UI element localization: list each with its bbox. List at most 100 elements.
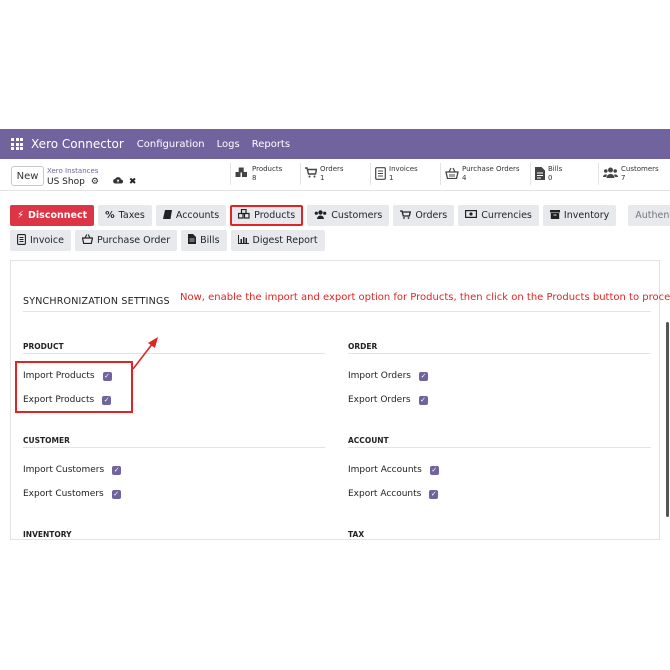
export-accounts-label: Export Accounts <box>348 489 422 499</box>
app-brand[interactable]: Xero Connector <box>31 137 124 151</box>
apps-grid-icon[interactable] <box>11 138 23 150</box>
taxes-label: Taxes <box>118 210 145 221</box>
export-customers-label: Export Customers <box>23 489 104 499</box>
export-orders-label: Export Orders <box>348 395 411 405</box>
export-accounts-option[interactable]: Export Accounts ✓ <box>348 489 439 499</box>
group-title-account: ACCOUNT <box>348 436 389 445</box>
instruction-note: Now, enable the import and export option… <box>180 292 670 303</box>
archive-icon <box>549 209 560 222</box>
section-divider <box>23 311 651 312</box>
group-title-inventory: INVENTORY <box>23 530 72 539</box>
stat-label: Customers <box>621 165 659 173</box>
gear-icon[interactable]: ⚙ <box>91 177 99 187</box>
cubes-icon <box>238 208 250 222</box>
users-icon <box>603 167 618 181</box>
menu-reports[interactable]: Reports <box>252 139 290 150</box>
customers-button[interactable]: Customers <box>307 205 390 226</box>
accounts-button[interactable]: Accounts <box>155 205 227 226</box>
control-panel: New Xero Instances US Shop ⚙ ✖ Products 8… <box>0 159 670 191</box>
stat-purchase-orders[interactable]: Purchase Orders 4 <box>440 163 528 185</box>
purchase-order-button[interactable]: Purchase Order <box>74 230 178 251</box>
stat-value: 1 <box>320 174 325 182</box>
top-navbar: Xero Connector Configuration Logs Report… <box>0 129 670 159</box>
basket-icon <box>81 234 94 247</box>
group-divider <box>23 353 325 354</box>
export-orders-checkbox[interactable]: ✓ <box>418 395 428 405</box>
authenticated-button[interactable]: Authenticated <box>628 205 670 226</box>
action-buttons-row2: Invoice Purchase Order Bills Digest Repo… <box>10 230 325 251</box>
customers-label: Customers <box>331 210 383 221</box>
import-orders-option[interactable]: Import Orders ✓ <box>348 371 428 381</box>
book-icon <box>162 209 172 222</box>
stat-value: 7 <box>621 174 626 182</box>
accounts-label: Accounts <box>175 210 220 221</box>
annotation-arrow-icon <box>132 337 158 370</box>
stat-customers[interactable]: Customers 7 <box>598 163 670 185</box>
app-window: Xero Connector Configuration Logs Report… <box>0 129 670 540</box>
scrollbar[interactable] <box>666 322 669 517</box>
cart-icon <box>305 167 318 181</box>
file-icon <box>535 167 545 183</box>
file-icon <box>188 234 197 247</box>
group-divider <box>348 447 651 448</box>
stat-invoices[interactable]: Invoices 1 <box>370 163 440 185</box>
digest-report-button[interactable]: Digest Report <box>230 230 325 251</box>
bills-label: Bills <box>200 235 220 246</box>
bar-chart-icon <box>237 234 249 247</box>
digest-report-label: Digest Report <box>252 235 318 246</box>
disconnect-button[interactable]: ⚡ Disconnect <box>10 205 95 226</box>
import-accounts-checkbox[interactable]: ✓ <box>429 465 439 475</box>
group-divider <box>23 447 325 448</box>
percent-icon: % <box>105 210 115 221</box>
breadcrumb-current: US Shop <box>47 176 85 187</box>
group-title-tax: TAX <box>348 530 365 539</box>
products-button[interactable]: Products <box>230 205 304 226</box>
stat-orders[interactable]: Orders 1 <box>300 163 370 185</box>
orders-label: Orders <box>415 210 448 221</box>
currencies-button[interactable]: Currencies <box>458 205 539 226</box>
money-icon <box>465 210 478 221</box>
stat-value: 8 <box>252 174 257 182</box>
new-button[interactable]: New <box>11 166 44 186</box>
import-accounts-label: Import Accounts <box>348 465 422 475</box>
unplug-icon: ⚡ <box>17 210 25 221</box>
currencies-label: Currencies <box>481 210 532 221</box>
orders-button[interactable]: Orders <box>393 205 455 226</box>
discard-icon[interactable]: ✖ <box>129 177 137 187</box>
group-title-product: PRODUCT <box>23 342 64 351</box>
export-customers-option[interactable]: Export Customers ✓ <box>23 489 121 499</box>
taxes-button[interactable]: % Taxes <box>98 205 152 226</box>
import-accounts-option[interactable]: Import Accounts ✓ <box>348 465 439 475</box>
users-icon <box>314 209 327 222</box>
import-customers-option[interactable]: Import Customers ✓ <box>23 465 122 475</box>
import-orders-label: Import Orders <box>348 371 411 381</box>
import-orders-checkbox[interactable]: ✓ <box>419 371 428 381</box>
export-customers-checkbox[interactable]: ✓ <box>111 489 121 499</box>
stat-value: 0 <box>548 174 553 182</box>
basket-icon <box>445 167 459 182</box>
cubes-icon <box>235 167 249 181</box>
menu-logs[interactable]: Logs <box>217 139 240 150</box>
invoice-button[interactable]: Invoice <box>10 230 71 251</box>
section-title: SYNCHRONIZATION SETTINGS <box>23 296 170 307</box>
disconnect-label: Disconnect <box>28 210 88 221</box>
bills-button[interactable]: Bills <box>181 230 227 251</box>
stat-value: 1 <box>389 174 394 182</box>
invoice-icon <box>375 167 386 183</box>
breadcrumb-parent[interactable]: Xero Instances <box>47 167 98 175</box>
menu-configuration[interactable]: Configuration <box>137 139 205 150</box>
stat-label: Orders <box>320 165 344 173</box>
inventory-label: Inventory <box>563 210 610 221</box>
invoice-icon <box>17 233 26 248</box>
invoice-label: Invoice <box>30 235 64 246</box>
export-accounts-checkbox[interactable]: ✓ <box>429 489 439 499</box>
import-customers-label: Import Customers <box>23 465 105 475</box>
export-orders-option[interactable]: Export Orders ✓ <box>348 395 428 405</box>
stat-value: 4 <box>462 174 467 182</box>
stat-products[interactable]: Products 8 <box>230 163 300 185</box>
inventory-button[interactable]: Inventory <box>542 205 617 226</box>
stat-bills[interactable]: Bills 0 <box>530 163 598 185</box>
cloud-upload-icon[interactable] <box>112 176 123 187</box>
stat-label: Bills <box>548 165 563 173</box>
import-customers-checkbox[interactable]: ✓ <box>112 465 122 475</box>
